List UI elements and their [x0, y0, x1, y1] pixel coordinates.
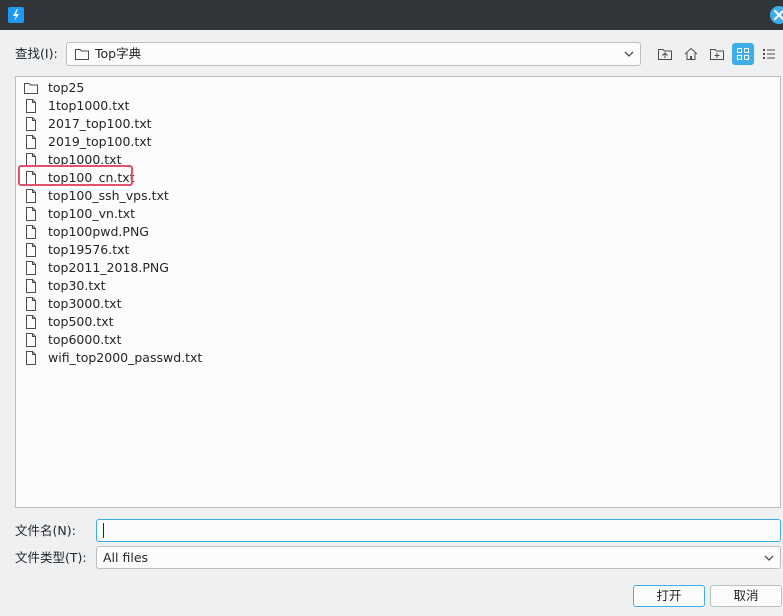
file-icon — [26, 189, 36, 203]
home-button[interactable] — [680, 43, 702, 65]
file-name: top2011_2018.PNG — [48, 260, 169, 275]
folder-icon — [24, 83, 38, 94]
file-name: top100pwd.PNG — [48, 224, 149, 239]
file-icon — [26, 225, 36, 239]
folder-icon — [75, 49, 89, 60]
highlight-annotation — [18, 165, 133, 186]
detail-view-button[interactable] — [758, 43, 780, 65]
file-icon — [26, 261, 36, 275]
icon-view-icon — [737, 48, 749, 60]
file-name: wifi_top2000_passwd.txt — [48, 350, 203, 365]
parent-folder-button[interactable] — [654, 43, 676, 65]
file-name: top19576.txt — [48, 242, 130, 257]
filetype-label: 文件类型(T): — [15, 550, 87, 565]
file-icon — [26, 333, 36, 347]
list-item[interactable]: top19576.txt — [22, 241, 322, 259]
list-item[interactable]: top30.txt — [22, 277, 322, 295]
list-view-icon — [763, 49, 775, 59]
file-name: 2017_top100.txt — [48, 116, 152, 131]
file-icon — [26, 207, 36, 221]
text-caret — [103, 523, 104, 538]
list-item[interactable]: top500.txt — [22, 313, 322, 331]
list-item[interactable]: 2019_top100.txt — [22, 133, 322, 151]
folder-up-icon — [658, 49, 672, 60]
filetype-combo[interactable]: All files — [96, 546, 781, 569]
file-list[interactable]: top25 1top1000.txt 2017_top100.txt 2019_… — [15, 76, 781, 508]
list-item[interactable]: top100pwd.PNG — [22, 223, 322, 241]
file-name: top100_vn.txt — [48, 206, 136, 221]
list-item[interactable]: top100_vn.txt — [22, 205, 322, 223]
filetype-value: All files — [103, 550, 149, 565]
file-name: top6000.txt — [48, 332, 122, 347]
list-item[interactable]: 2017_top100.txt — [22, 115, 322, 133]
file-icon — [26, 99, 36, 113]
list-item[interactable]: wifi_top2000_passwd.txt — [22, 349, 322, 367]
file-name: top30.txt — [48, 278, 106, 293]
list-item[interactable]: top3000.txt — [22, 295, 322, 313]
icon-view-button[interactable] — [732, 43, 754, 65]
current-folder: Top字典 — [95, 46, 142, 61]
title-bar — [0, 0, 783, 30]
file-name: top500.txt — [48, 314, 114, 329]
file-icon — [26, 117, 36, 131]
open-button[interactable]: 打开 — [633, 585, 705, 607]
file-icon — [26, 351, 36, 365]
file-icon — [26, 315, 36, 329]
new-folder-button[interactable] — [706, 43, 728, 65]
file-icon — [26, 243, 36, 257]
filename-label: 文件名(N): — [15, 523, 76, 538]
list-item[interactable]: top25 — [22, 79, 322, 97]
list-item[interactable]: 1top1000.txt — [22, 97, 322, 115]
file-icon — [26, 297, 36, 311]
file-name: top3000.txt — [48, 296, 122, 311]
close-button[interactable] — [770, 6, 783, 24]
file-icon — [26, 279, 36, 293]
cancel-button[interactable]: 取消 — [710, 585, 782, 607]
list-item[interactable]: top6000.txt — [22, 331, 322, 349]
file-name: 1top1000.txt — [48, 98, 130, 113]
file-icon — [26, 135, 36, 149]
list-item[interactable]: top100_ssh_vps.txt — [22, 187, 322, 205]
list-item[interactable]: top2011_2018.PNG — [22, 259, 322, 277]
close-icon — [774, 10, 783, 20]
look-in-combo[interactable]: Top字典 — [66, 42, 641, 66]
file-name: top25 — [48, 80, 85, 95]
app-icon — [8, 7, 24, 23]
chevron-down-icon — [764, 555, 774, 561]
chevron-down-icon — [624, 51, 634, 57]
home-icon — [684, 47, 698, 60]
look-in-label: 查找(I): — [15, 46, 58, 61]
file-name: 2019_top100.txt — [48, 134, 152, 149]
new-folder-icon — [710, 49, 724, 60]
filename-input[interactable] — [96, 519, 781, 542]
file-name: top100_ssh_vps.txt — [48, 188, 169, 203]
